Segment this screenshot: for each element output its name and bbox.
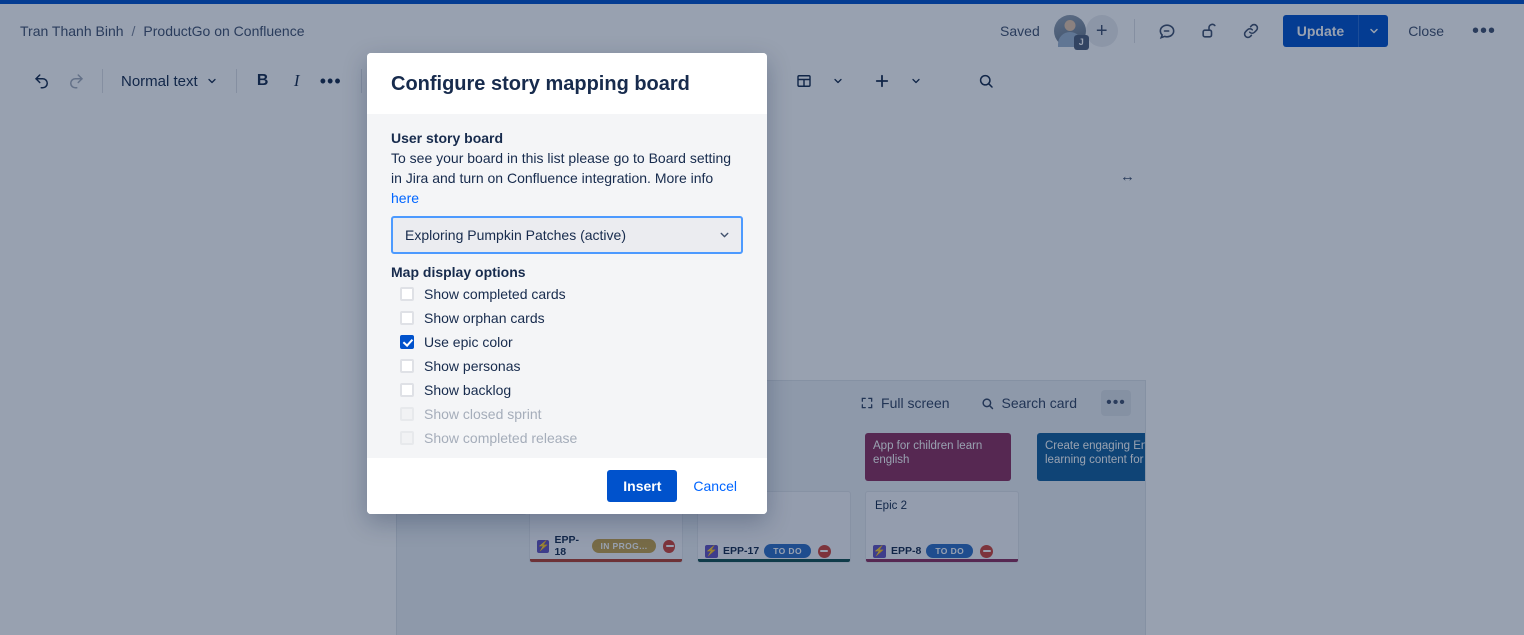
option-show-orphan-cards[interactable]: Show orphan cards [391, 306, 743, 330]
option-show-closed-sprint: Show closed sprint [391, 402, 743, 426]
board-select[interactable]: Exploring Pumpkin Patches (active) [391, 216, 743, 254]
user-story-board-description: To see your board in this list please go… [391, 148, 743, 208]
show-completed-cards-checkbox[interactable] [400, 287, 414, 301]
option-label: Show completed cards [424, 286, 566, 302]
dialog-header: Configure story mapping board [367, 53, 767, 114]
show-backlog-checkbox[interactable] [400, 383, 414, 397]
dialog-body: User story board To see your board in th… [367, 114, 767, 514]
option-label: Show orphan cards [424, 310, 545, 326]
configure-story-mapping-board-dialog: Configure story mapping board User story… [367, 53, 767, 514]
option-show-completed-cards[interactable]: Show completed cards [391, 282, 743, 306]
dialog-footer: Insert Cancel [367, 458, 767, 514]
map-display-options-label: Map display options [391, 264, 743, 280]
option-label: Show backlog [424, 382, 511, 398]
option-use-epic-color[interactable]: Use epic color [391, 330, 743, 354]
option-show-backlog[interactable]: Show backlog [391, 378, 743, 402]
show-closed-sprint-checkbox [400, 407, 414, 421]
option-show-personas[interactable]: Show personas [391, 354, 743, 378]
option-label: Use epic color [424, 334, 513, 350]
show-personas-checkbox[interactable] [400, 359, 414, 373]
option-show-completed-release: Show completed release [391, 426, 743, 450]
insert-button[interactable]: Insert [607, 470, 677, 502]
show-completed-release-checkbox [400, 431, 414, 445]
option-label: Show personas [424, 358, 521, 374]
board-select-wrapper: Exploring Pumpkin Patches (active) [391, 216, 743, 254]
show-orphan-cards-checkbox[interactable] [400, 311, 414, 325]
user-story-board-label: User story board [391, 130, 743, 146]
option-label: Show closed sprint [424, 406, 542, 422]
dialog-title: Configure story mapping board [391, 73, 743, 96]
option-label: Show completed release [424, 430, 577, 446]
cancel-button[interactable]: Cancel [683, 470, 747, 502]
more-info-link[interactable]: here [391, 190, 419, 206]
use-epic-color-checkbox[interactable] [400, 335, 414, 349]
description-text: To see your board in this list please go… [391, 150, 731, 186]
